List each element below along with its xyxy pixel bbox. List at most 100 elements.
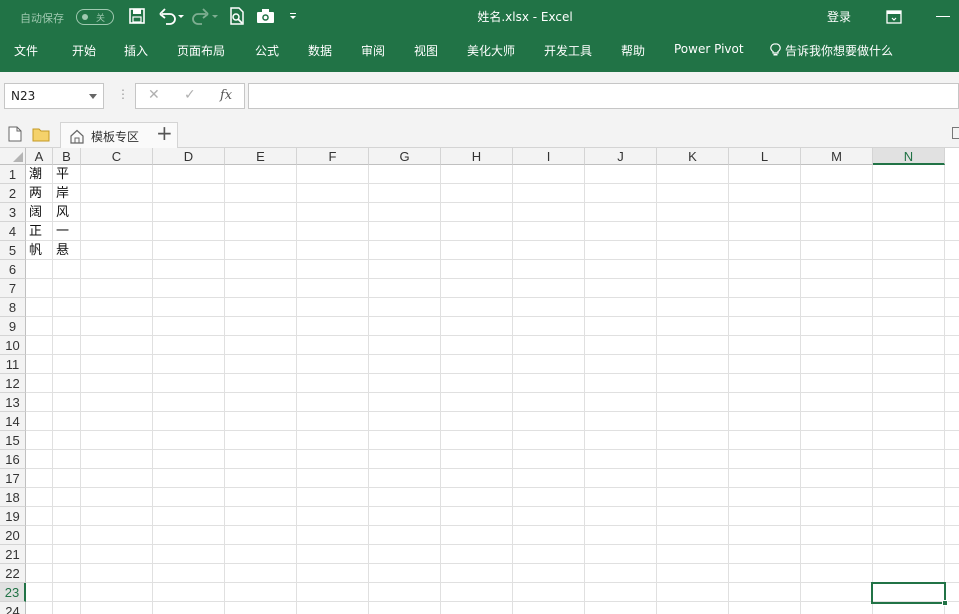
grid-vline (728, 165, 729, 614)
grid-vline (872, 165, 873, 614)
active-cell-n23[interactable] (871, 582, 948, 606)
add-tab-button[interactable]: + (156, 121, 173, 145)
row-header-24[interactable]: 24 (0, 602, 26, 614)
grid-hline (26, 525, 959, 526)
cell-b5[interactable]: 悬 (53, 241, 81, 260)
tab-beautify-master[interactable]: 美化大师 (467, 42, 515, 59)
row-header-12[interactable]: 12 (0, 374, 26, 393)
tab-review[interactable]: 审阅 (361, 42, 385, 59)
tab-home[interactable]: 开始 (72, 42, 96, 59)
column-header-g[interactable]: G (369, 148, 441, 165)
tab-data[interactable]: 数据 (308, 42, 332, 59)
cell-a5[interactable]: 帆 (26, 241, 53, 260)
camera-icon[interactable] (256, 7, 276, 27)
cell-a1[interactable]: 潮 (26, 165, 53, 184)
minimize-icon[interactable] (936, 16, 950, 17)
insert-function-icon[interactable]: fx (220, 88, 232, 103)
grid-vline (584, 165, 585, 614)
grid-hline (26, 468, 959, 469)
row-header-11[interactable]: 11 (0, 355, 26, 374)
row-header-23[interactable]: 23 (0, 583, 26, 602)
row-header-8[interactable]: 8 (0, 298, 26, 317)
row-header-9[interactable]: 9 (0, 317, 26, 336)
grid-hline (26, 430, 959, 431)
row-header-13[interactable]: 13 (0, 393, 26, 412)
tell-me-search[interactable]: 告诉我你想要做什么 (770, 42, 893, 59)
cell-a2[interactable]: 两 (26, 184, 53, 203)
row-header-1[interactable]: 1 (0, 165, 26, 184)
row-header-16[interactable]: 16 (0, 450, 26, 469)
row-header-7[interactable]: 7 (0, 279, 26, 298)
tab-power-pivot[interactable]: Power Pivot (674, 42, 744, 56)
autosave-toggle[interactable]: 关 (76, 9, 114, 25)
name-box[interactable]: N23 (4, 83, 104, 109)
fill-handle[interactable] (942, 600, 948, 606)
open-folder-icon[interactable] (32, 126, 50, 146)
row-header-6[interactable]: 6 (0, 260, 26, 279)
row-header-4[interactable]: 4 (0, 222, 26, 241)
print-preview-icon[interactable] (228, 7, 248, 27)
column-header-a[interactable]: A (26, 148, 53, 165)
tab-formulas[interactable]: 公式 (255, 42, 279, 59)
cell-b2[interactable]: 岸 (53, 184, 81, 203)
column-header-e[interactable]: E (225, 148, 297, 165)
column-header-f[interactable]: F (297, 148, 369, 165)
cell-b1[interactable]: 平 (53, 165, 81, 184)
save-icon[interactable] (128, 7, 148, 27)
grid-vline (656, 165, 657, 614)
row-header-2[interactable]: 2 (0, 184, 26, 203)
tab-file[interactable]: 文件 (14, 42, 38, 59)
new-file-icon[interactable] (8, 126, 22, 146)
cell-b3[interactable]: 风 (53, 203, 81, 222)
row-header-18[interactable]: 18 (0, 488, 26, 507)
enter-icon[interactable]: ✓ (184, 87, 196, 103)
cancel-icon[interactable]: ✕ (148, 87, 160, 103)
grid-hline (26, 202, 959, 203)
row-header-19[interactable]: 19 (0, 507, 26, 526)
row-header-5[interactable]: 5 (0, 241, 26, 260)
cell-a4[interactable]: 正 (26, 222, 53, 241)
row-header-20[interactable]: 20 (0, 526, 26, 545)
column-header-d[interactable]: D (153, 148, 225, 165)
chevron-down-icon[interactable] (89, 94, 97, 99)
undo-icon[interactable] (158, 7, 186, 27)
row-header-14[interactable]: 14 (0, 412, 26, 431)
login-button[interactable]: 登录 (827, 8, 851, 25)
autosave-label: 自动保存 (20, 12, 64, 25)
row-header-17[interactable]: 17 (0, 469, 26, 488)
row-header-10[interactable]: 10 (0, 336, 26, 355)
tab-developer[interactable]: 开发工具 (544, 42, 592, 59)
tab-insert[interactable]: 插入 (124, 42, 148, 59)
column-header-i[interactable]: I (513, 148, 585, 165)
column-header-c[interactable]: C (81, 148, 153, 165)
row-header-15[interactable]: 15 (0, 431, 26, 450)
grid-vline (440, 165, 441, 614)
formula-bar-splitter[interactable]: ⋮ (117, 87, 129, 101)
formula-input[interactable] (248, 83, 959, 109)
cell-a3[interactable]: 阔 (26, 203, 53, 222)
select-all-button[interactable] (0, 148, 26, 165)
grid-hline (26, 183, 959, 184)
column-header-n[interactable]: N (873, 148, 945, 165)
customize-qat-icon[interactable] (288, 7, 298, 27)
ribbon-display-options-icon[interactable] (886, 9, 902, 24)
grid-hline (26, 411, 959, 412)
row-header-21[interactable]: 21 (0, 545, 26, 564)
excel-window: 自动保存 关 姓名.xlsx - Excel 登录 文件 开始 插入 页面布局 … (0, 0, 959, 614)
column-header-k[interactable]: K (657, 148, 729, 165)
worksheet-grid[interactable]: A B C D E F G H I J K L M N 1 2 3 4 5 6 7 8 9 10 1… (0, 148, 959, 614)
cell-b4[interactable]: 一 (53, 222, 81, 241)
tab-help[interactable]: 帮助 (621, 42, 645, 59)
tab-page-layout[interactable]: 页面布局 (177, 42, 225, 59)
row-header-22[interactable]: 22 (0, 564, 26, 583)
row-header-3[interactable]: 3 (0, 203, 26, 222)
column-header-h[interactable]: H (441, 148, 513, 165)
column-header-b[interactable]: B (53, 148, 81, 165)
redo-icon[interactable] (192, 7, 220, 27)
panel-toggle-icon[interactable] (952, 127, 959, 139)
home-icon (70, 129, 84, 144)
column-header-j[interactable]: J (585, 148, 657, 165)
column-header-m[interactable]: M (801, 148, 873, 165)
tab-view[interactable]: 视图 (414, 42, 438, 59)
column-header-l[interactable]: L (729, 148, 801, 165)
